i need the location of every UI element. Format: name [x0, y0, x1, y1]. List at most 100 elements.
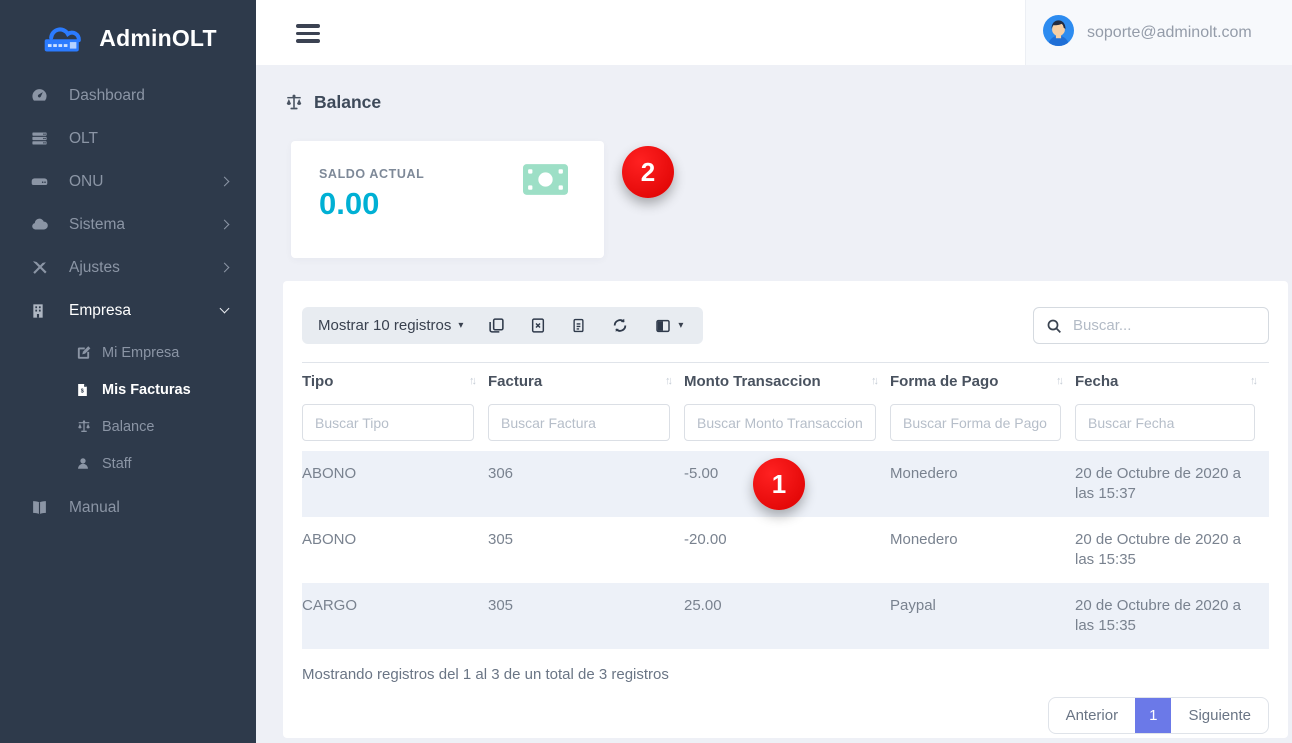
sidebar-item-label: Empresa — [69, 302, 131, 320]
datatable-buttons-group: Mostrar 10 registros ▾ ▾ — [302, 307, 703, 344]
sidebar-item-label: Sistema — [69, 216, 125, 234]
sidebar-subitem-mi-empresa[interactable]: Mi Empresa — [0, 334, 256, 371]
app-logo[interactable]: AdminOLT — [0, 0, 256, 70]
balance-scale-icon — [76, 419, 94, 435]
table-header-row: Tipo↑↓ Factura↑↓ Monto Transaccion↑↓ For… — [302, 363, 1269, 401]
table-filter-row — [302, 400, 1269, 451]
cell-monto: -20.00 — [684, 517, 890, 583]
cell-tipo: ABONO — [302, 451, 488, 517]
cell-fecha: 20 de Octubre de 2020 a las 15:37 — [1075, 451, 1269, 517]
transactions-table-card: Mostrar 10 registros ▾ ▾ — [283, 281, 1288, 738]
sidebar-subitem-label: Mi Empresa — [102, 345, 179, 361]
brand-name: AdminOLT — [99, 25, 216, 52]
user-icon — [76, 456, 94, 472]
svg-text:$: $ — [81, 388, 84, 394]
column-header-fecha[interactable]: Fecha↑↓ — [1075, 363, 1269, 401]
sidebar-item-onu[interactable]: ONU — [0, 160, 256, 203]
filter-fecha-input[interactable] — [1075, 404, 1255, 441]
column-header-factura[interactable]: Factura↑↓ — [488, 363, 684, 401]
user-email: soporte@adminolt.com — [1087, 24, 1252, 42]
annotation-marker-1: 1 — [753, 458, 805, 510]
pagination: Anterior 1 Siguiente — [302, 697, 1269, 734]
cell-forma: Monedero — [890, 451, 1075, 517]
filter-tipo-input[interactable] — [302, 404, 474, 441]
sidebar-subitem-mis-facturas[interactable]: $ Mis Facturas — [0, 371, 256, 408]
sidebar-subitem-label: Mis Facturas — [102, 382, 191, 398]
sort-icon: ↑↓ — [1056, 375, 1061, 387]
search-input[interactable] — [1073, 317, 1256, 334]
caret-down-icon: ▾ — [458, 320, 463, 331]
column-header-forma-pago[interactable]: Forma de Pago↑↓ — [890, 363, 1075, 401]
sidebar-subitem-label: Staff — [102, 456, 132, 472]
chevron-right-icon — [220, 177, 230, 187]
cell-fecha: 20 de Octubre de 2020 a las 15:35 — [1075, 517, 1269, 583]
building-icon — [30, 302, 52, 320]
table-row[interactable]: ABONO 305 -20.00 Monedero 20 de Octubre … — [302, 517, 1269, 583]
sort-icon: ↑↓ — [469, 375, 474, 387]
cell-forma: Paypal — [890, 583, 1075, 649]
table-row[interactable]: CARGO 305 25.00 Paypal 20 de Octubre de … — [302, 583, 1269, 649]
topbar: soporte@adminolt.com — [256, 0, 1292, 65]
copy-button[interactable] — [488, 317, 505, 334]
export-file-button[interactable] — [571, 317, 586, 334]
column-header-tipo[interactable]: Tipo↑↓ — [302, 363, 488, 401]
column-header-monto[interactable]: Monto Transaccion↑↓ — [684, 363, 890, 401]
cell-factura: 305 — [488, 583, 684, 649]
sidebar-subitem-label: Balance — [102, 419, 154, 435]
balance-scale-icon — [284, 93, 306, 113]
pagination-prev-button[interactable]: Anterior — [1049, 698, 1136, 733]
filter-factura-input[interactable] — [488, 404, 670, 441]
page-length-select[interactable]: Mostrar 10 registros ▾ — [318, 317, 463, 334]
sidebar-item-manual[interactable]: Manual — [0, 486, 256, 529]
money-bill-icon — [523, 164, 568, 200]
refresh-button[interactable] — [611, 317, 629, 334]
filter-forma-pago-input[interactable] — [890, 404, 1061, 441]
saldo-actual-card: SALDO ACTUAL 0.00 — [291, 141, 604, 258]
cell-factura: 305 — [488, 517, 684, 583]
avatar — [1043, 15, 1074, 51]
sidebar-item-olt[interactable]: OLT — [0, 117, 256, 160]
sort-icon: ↑↓ — [1250, 375, 1255, 387]
sidebar-item-empresa[interactable]: Empresa — [0, 289, 256, 332]
chevron-right-icon — [220, 263, 230, 273]
cell-tipo: ABONO — [302, 517, 488, 583]
table-summary: Mostrando registros del 1 al 3 de un tot… — [302, 649, 1269, 683]
sidebar-item-label: Dashboard — [69, 87, 145, 105]
filter-monto-input[interactable] — [684, 404, 876, 441]
cloud-router-logo-icon — [39, 16, 91, 61]
device-icon — [30, 173, 52, 191]
sidebar-item-label: OLT — [69, 130, 98, 148]
page-length-label: Mostrar 10 registros — [318, 317, 451, 334]
edit-square-icon — [76, 345, 94, 361]
page-header: Balance — [256, 65, 1292, 113]
column-visibility-button[interactable]: ▾ — [654, 318, 683, 334]
cell-tipo: CARGO — [302, 583, 488, 649]
gauge-icon — [30, 87, 52, 105]
tools-icon — [30, 259, 52, 277]
sidebar-item-ajustes[interactable]: Ajustes — [0, 246, 256, 289]
sort-icon: ↑↓ — [871, 375, 876, 387]
sidebar-item-label: Manual — [69, 499, 120, 517]
server-stack-icon — [30, 130, 52, 148]
sidebar-menu: Dashboard OLT ONU Sistema Ajus — [0, 70, 256, 529]
annotation-marker-2: 2 — [622, 146, 674, 198]
export-excel-button[interactable] — [530, 317, 546, 334]
user-menu[interactable]: soporte@adminolt.com — [1025, 0, 1292, 65]
sidebar-item-label: Ajustes — [69, 259, 120, 277]
pagination-page-1-button[interactable]: 1 — [1135, 698, 1171, 733]
sidebar: AdminOLT Dashboard OLT ONU Sistema — [0, 0, 256, 743]
sort-icon: ↑↓ — [665, 375, 670, 387]
hamburger-menu-icon[interactable] — [296, 24, 320, 47]
sidebar-item-dashboard[interactable]: Dashboard — [0, 74, 256, 117]
sidebar-item-label: ONU — [69, 173, 103, 191]
sidebar-subitem-staff[interactable]: Staff — [0, 445, 256, 482]
sidebar-subitem-balance[interactable]: Balance — [0, 408, 256, 445]
cell-factura: 306 — [488, 451, 684, 517]
sidebar-item-sistema[interactable]: Sistema — [0, 203, 256, 246]
caret-down-icon: ▾ — [678, 320, 683, 331]
table-search-box — [1033, 307, 1269, 344]
page-title: Balance — [314, 92, 381, 113]
pagination-next-button[interactable]: Siguiente — [1171, 698, 1268, 733]
search-icon — [1046, 318, 1062, 334]
invoice-icon: $ — [76, 382, 94, 398]
